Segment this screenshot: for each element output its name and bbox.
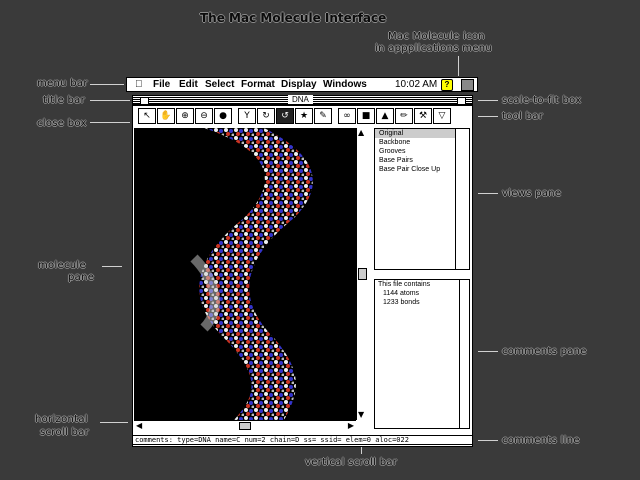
scale-to-fit-box[interactable] xyxy=(457,97,466,105)
menu-bar:  File Edit Select Format Display Window… xyxy=(126,77,478,92)
close-box[interactable] xyxy=(140,97,149,105)
views-scroll-bar[interactable] xyxy=(455,129,469,269)
measure-icon[interactable]: ▲ xyxy=(376,108,394,124)
horizontal-scroll-thumb[interactable] xyxy=(239,422,251,430)
annotation-close-box: close box xyxy=(37,118,87,129)
help-icon[interactable]: ? xyxy=(441,79,453,91)
pencil-icon[interactable]: ✏ xyxy=(395,108,413,124)
hand-tool-icon[interactable]: ✋ xyxy=(157,108,175,124)
arrow-tool-icon[interactable]: ↖ xyxy=(138,108,156,124)
annotation-comments-line: comments line xyxy=(502,435,580,446)
bond-tool-icon[interactable]: Y xyxy=(238,108,256,124)
menu-windows[interactable]: Windows xyxy=(323,79,367,90)
comments-scroll-bar[interactable] xyxy=(459,280,469,428)
scroll-down-icon[interactable]: ▼ xyxy=(358,411,364,419)
annotation-scale-to-fit: scale-to-fit box xyxy=(502,95,582,106)
menu-file[interactable]: File xyxy=(153,79,170,90)
annotation-horizontal-1: horizontal xyxy=(35,414,88,425)
menu-display[interactable]: Display xyxy=(281,79,317,90)
comment-line-3: 1233 bonds xyxy=(383,299,420,306)
views-pane: Original Backbone Grooves Base Pairs Bas… xyxy=(374,128,470,270)
menu-format[interactable]: Format xyxy=(241,79,275,90)
comments-pane[interactable]: This file contains 1144 atoms 1233 bonds xyxy=(374,279,470,429)
page-title: The Mac Molecule Interface xyxy=(200,11,387,25)
draw-icon[interactable]: ✎ xyxy=(314,108,332,124)
label-icon[interactable]: ★ xyxy=(295,108,313,124)
annotation-menu-bar: menu bar xyxy=(37,78,88,89)
mac-molecule-app-icon[interactable] xyxy=(461,79,474,91)
zoom-in-icon[interactable]: ⊕ xyxy=(176,108,194,124)
comments-line: comments: type=DNA name=C num=2 chain=D … xyxy=(132,435,473,445)
annotation-views-pane: views pane xyxy=(502,188,562,199)
annotation-molecule-1: molecule xyxy=(38,260,86,271)
annotation-horizontal-2: scroll bar xyxy=(40,427,90,438)
spin-icon[interactable]: ↺ xyxy=(276,108,294,124)
rotate-icon[interactable]: ↻ xyxy=(257,108,275,124)
annotation-tool-bar: tool bar xyxy=(502,111,544,122)
window-title: DNA xyxy=(288,95,313,104)
menu-edit[interactable]: Edit xyxy=(179,79,198,90)
annotation-comments-pane: comments pane xyxy=(502,346,587,357)
scroll-right-icon[interactable]: ▶ xyxy=(348,422,354,430)
scroll-up-icon[interactable]: ▲ xyxy=(358,129,364,137)
vertical-scroll-thumb[interactable] xyxy=(358,268,367,280)
annotation-icon-1: Mac Molecule icon xyxy=(388,31,485,42)
filter-icon[interactable]: ▽ xyxy=(433,108,451,124)
zoom-out-icon[interactable]: ⊖ xyxy=(195,108,213,124)
annotation-title-bar: title bar xyxy=(43,95,86,106)
menu-select[interactable]: Select xyxy=(205,79,234,90)
eraser-icon[interactable]: ● xyxy=(214,108,232,124)
annotation-icon-2: in appplications menu xyxy=(375,43,493,54)
comment-line-1: This file contains xyxy=(378,281,431,288)
vertical-scroll-bar[interactable]: ▲ ▼ xyxy=(356,128,367,420)
annotation-vertical-scroll: vertical scroll bar xyxy=(305,457,398,468)
annotation-molecule-2: pane xyxy=(68,272,95,283)
scroll-left-icon[interactable]: ◀ xyxy=(136,422,142,430)
title-bar[interactable]: DNA xyxy=(132,95,473,105)
color-icon[interactable]: ■ xyxy=(357,108,375,124)
clock: 10:02 AM xyxy=(395,79,438,90)
chain-icon[interactable]: ∞ xyxy=(338,108,356,124)
tool-bar: ↖ ✋ ⊕ ⊖ ● Y ↻ ↺ ★ ✎ ∞ ■ ▲ ✏ ⚒ ▽ xyxy=(138,108,452,124)
dna-molecule-image xyxy=(190,128,313,420)
tools-icon[interactable]: ⚒ xyxy=(414,108,432,124)
molecule-pane[interactable] xyxy=(134,128,356,420)
apple-icon[interactable]:  xyxy=(135,79,143,90)
comment-line-2: 1144 atoms xyxy=(383,290,420,297)
horizontal-scroll-bar[interactable]: ◀ ▶ xyxy=(134,420,356,431)
